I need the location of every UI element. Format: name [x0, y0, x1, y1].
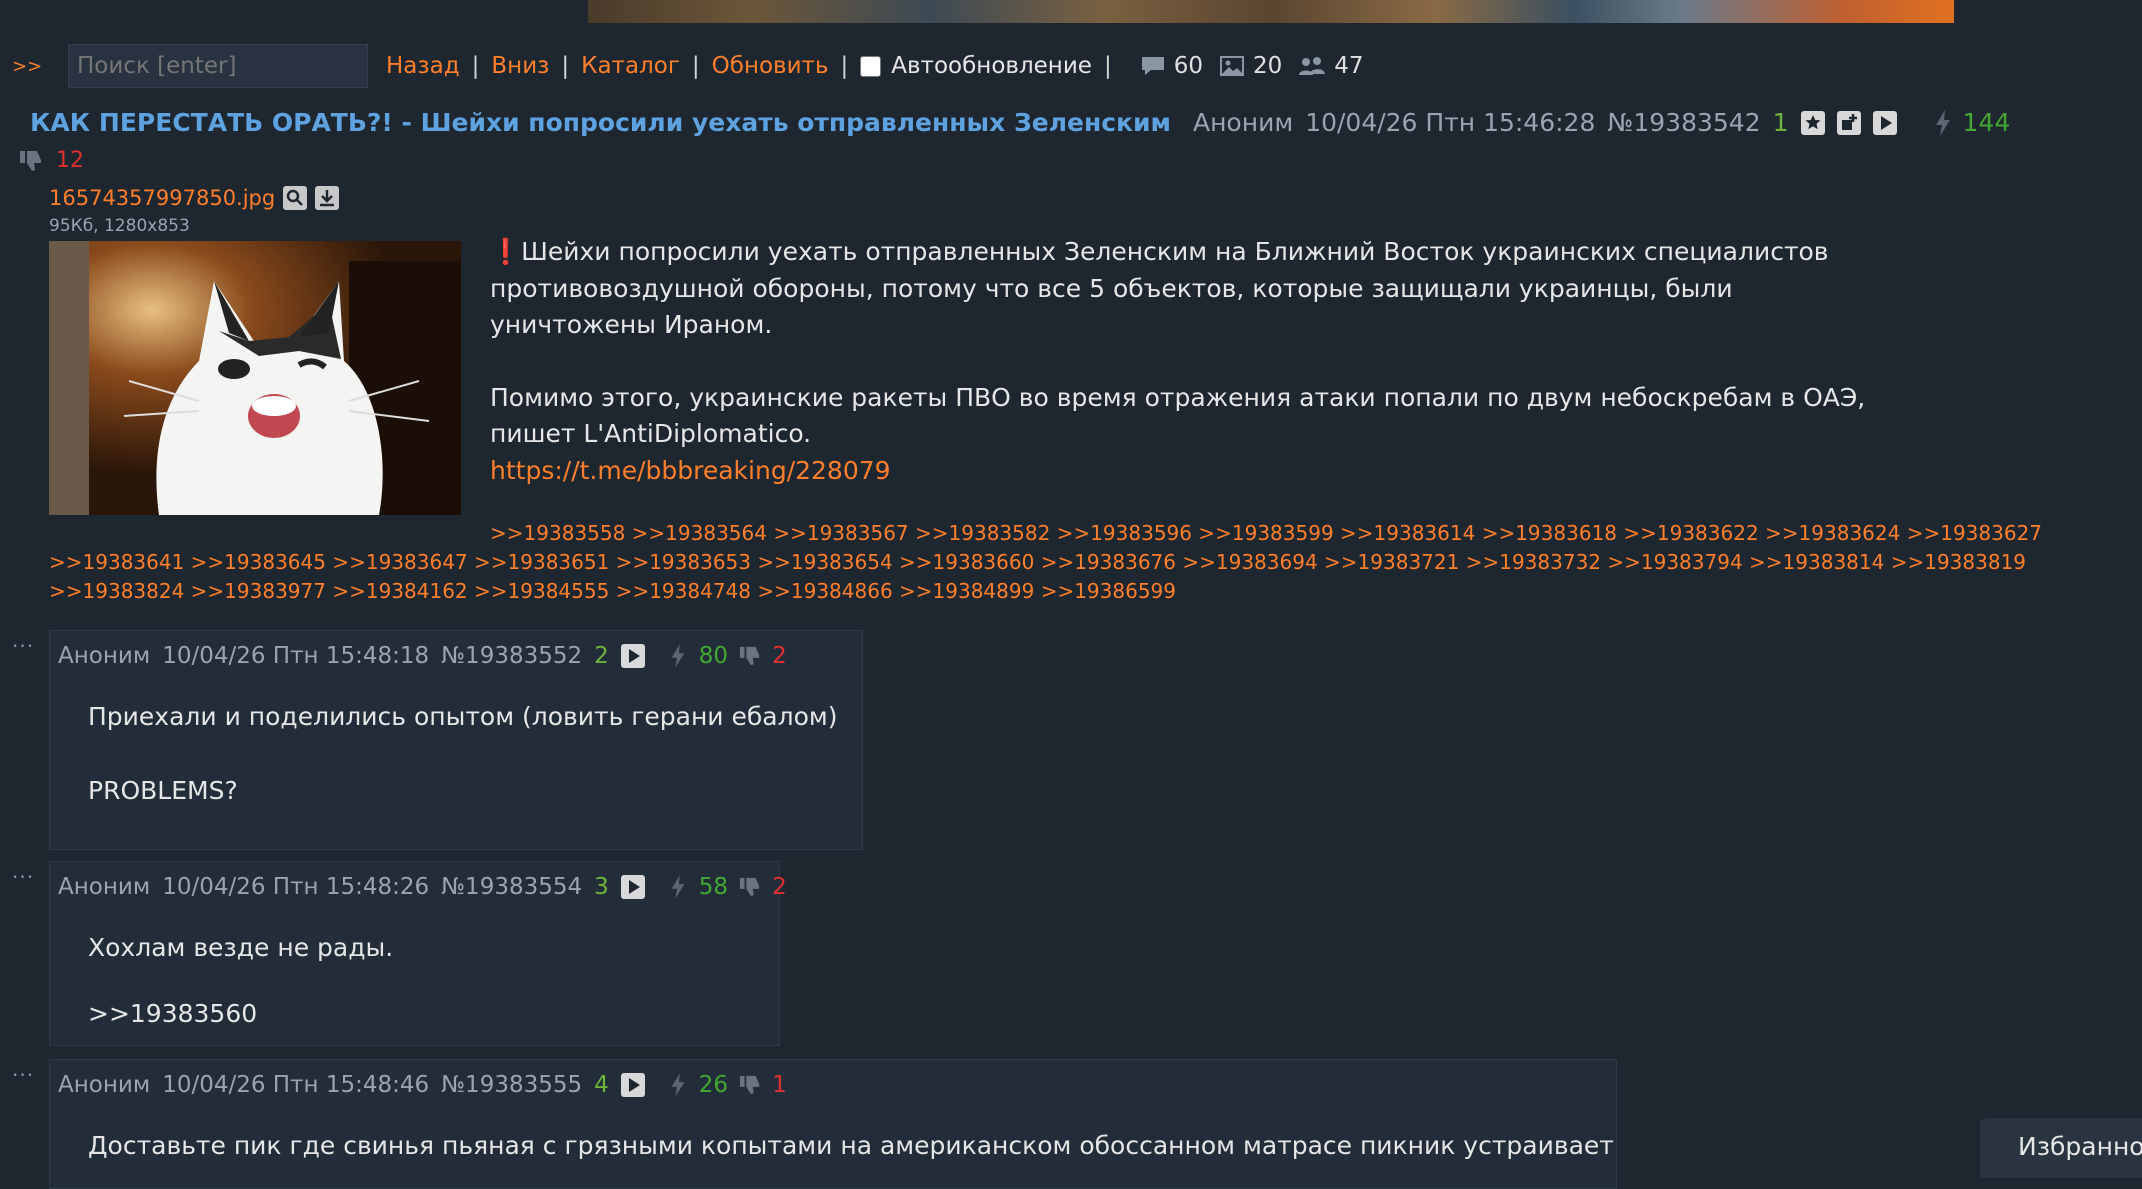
post-message: PROBLEMS?: [88, 776, 238, 805]
post-header: Аноним 10/04/26 Птн 15:48:26 №19383554 3…: [58, 874, 787, 900]
post-number[interactable]: №19383542: [1607, 108, 1760, 137]
post-menu-dots[interactable]: ···: [12, 865, 34, 889]
op-text-line: уничтожены Ираном.: [490, 310, 773, 339]
like-count: 144: [1962, 108, 2011, 137]
post-number[interactable]: №19383555: [441, 1072, 582, 1098]
like-bolt-icon[interactable]: [669, 874, 687, 900]
post-index: 2: [594, 643, 609, 669]
play-icon[interactable]: [620, 1073, 645, 1097]
post-number[interactable]: №19383554: [441, 874, 582, 900]
users-stat: 47: [1298, 53, 1364, 79]
play-icon[interactable]: [620, 644, 645, 668]
post-header: Аноним 10/04/26 Птн 15:48:18 №19383552 2…: [58, 643, 787, 669]
post-datetime: 10/04/26 Птн 15:48:46: [162, 1072, 430, 1098]
nav-separator: |: [471, 53, 480, 79]
laughing-cat-image: [49, 241, 461, 515]
post-author: Аноним: [1192, 108, 1294, 137]
autoupdate-checkbox[interactable]: [860, 55, 882, 77]
op-header: КАК ПЕРЕСТАТЬ ОРАТЬ?! - Шейхи попросили …: [30, 108, 2010, 137]
post-message: Доставьте пик где свинья пьяная с грязны…: [88, 1131, 1614, 1160]
nav-separator: |: [840, 53, 849, 79]
like-count: 58: [698, 874, 729, 900]
op-message: ❗Шейхи попросили уехать отправленных Зел…: [490, 234, 1890, 489]
users-count: 47: [1334, 53, 1364, 79]
op-text-line: пишет L'AntiDiplomatico.: [490, 419, 812, 448]
post-author: Аноним: [58, 874, 151, 900]
post-menu-dots[interactable]: ···: [12, 1063, 34, 1087]
post-author: Аноним: [58, 643, 151, 669]
image-search-icon[interactable]: [283, 186, 308, 210]
op-replies-line-3[interactable]: >>19383824 >>19383977 >>19384162 >>19384…: [49, 577, 1176, 606]
post-number[interactable]: №19383552: [441, 643, 582, 669]
like-bolt-icon[interactable]: [1933, 109, 1953, 137]
posts-stat: 60: [1140, 53, 1203, 79]
op-replies-line-1[interactable]: >>19383558 >>19383564 >>19383567 >>19383…: [490, 519, 2042, 548]
dislike-count: 12: [56, 148, 84, 173]
users-icon: [1299, 57, 1326, 75]
like-count: 80: [698, 643, 729, 669]
posts-count: 60: [1173, 53, 1203, 79]
op-dislike: 12: [18, 148, 84, 173]
favorites-panel-tab[interactable]: Избранное: [1980, 1118, 2142, 1178]
post-message: Хохлам везде не рады.: [88, 933, 394, 962]
nav-down-link[interactable]: Вниз: [491, 53, 549, 79]
favorite-star-icon[interactable]: [1800, 110, 1825, 135]
nav-arrows[interactable]: >>: [12, 56, 56, 77]
post-menu-dots[interactable]: ···: [12, 634, 34, 658]
attachment-thumbnail[interactable]: [49, 241, 461, 515]
thread-nav-bar: >> Назад | Вниз | Каталог | Обновить | А…: [0, 44, 2142, 88]
dislike-count: 2: [772, 874, 787, 900]
dislike-count: 1: [772, 1072, 787, 1098]
post-datetime: 10/04/26 Птн 15:46:28: [1305, 108, 1596, 137]
nav-back-link[interactable]: Назад: [386, 53, 460, 79]
thumbs-down-icon[interactable]: [738, 645, 762, 667]
reply-post: Аноним 10/04/26 Птн 15:48:26 №19383554 3…: [49, 861, 787, 1046]
thread-subject: КАК ПЕРЕСТАТЬ ОРАТЬ?! - Шейхи попросили …: [30, 108, 1171, 137]
nav-separator: |: [691, 53, 700, 79]
dislike-count: 2: [772, 643, 787, 669]
attachment-filename-row: 16574357997850.jpg: [49, 186, 340, 210]
post-message: Приехали и поделились опытом (ловить гер…: [88, 702, 838, 731]
play-icon[interactable]: [620, 875, 645, 899]
post-index: 3: [594, 874, 609, 900]
post-author: Аноним: [58, 1072, 151, 1098]
like-bolt-icon[interactable]: [669, 643, 687, 669]
images-stat: 20: [1219, 53, 1282, 79]
thumbs-down-icon[interactable]: [18, 149, 44, 173]
op-replies-line-2[interactable]: >>19383641 >>19383645 >>19383647 >>19383…: [49, 548, 2026, 577]
nav-refresh-link[interactable]: Обновить: [712, 53, 829, 79]
download-icon[interactable]: [315, 186, 340, 210]
images-count: 20: [1252, 53, 1283, 79]
image-icon: [1219, 56, 1244, 76]
play-icon[interactable]: [1872, 110, 1897, 135]
autoupdate-label[interactable]: Автообновление: [891, 53, 1092, 79]
op-text-line: противовоздушной обороны, потому что все…: [490, 273, 1733, 303]
op-text-line: Шейхи попросили уехать отправленных Зеле…: [521, 237, 1829, 266]
nav-separator: |: [1103, 53, 1112, 79]
post-index: 1: [1772, 108, 1789, 137]
post-datetime: 10/04/26 Птн 15:48:18: [162, 643, 430, 669]
header-banner-image: [588, 0, 1954, 23]
nav-catalog-link[interactable]: Каталог: [581, 53, 680, 79]
post-index: 4: [594, 1072, 609, 1098]
post-header: Аноним 10/04/26 Птн 15:48:46 №19383555 4…: [58, 1072, 787, 1098]
op-external-link[interactable]: https://t.me/bbbreaking/228079: [490, 456, 891, 485]
attachment-info: 95Кб, 1280x853: [49, 216, 190, 236]
search-input[interactable]: [68, 44, 368, 88]
exclamation-icon: ❗: [490, 237, 522, 266]
add-thread-icon[interactable]: [1836, 110, 1861, 135]
post-reply-link[interactable]: >>19383560: [88, 996, 257, 1032]
nav-separator: |: [561, 53, 570, 79]
reply-post: Аноним 10/04/26 Птн 15:48:18 №19383552 2…: [49, 630, 863, 850]
like-count: 26: [698, 1072, 729, 1098]
post-datetime: 10/04/26 Птн 15:48:26: [162, 874, 430, 900]
like-bolt-icon[interactable]: [669, 1072, 687, 1098]
reply-post: Аноним 10/04/26 Птн 15:48:46 №19383555 4…: [49, 1059, 1617, 1189]
attachment-filename[interactable]: 16574357997850.jpg: [49, 186, 275, 210]
thumbs-down-icon[interactable]: [738, 1074, 762, 1096]
comment-icon: [1141, 57, 1164, 75]
op-text-line: Помимо этого, украинские ракеты ПВО во в…: [490, 382, 1866, 412]
thumbs-down-icon[interactable]: [738, 876, 762, 898]
